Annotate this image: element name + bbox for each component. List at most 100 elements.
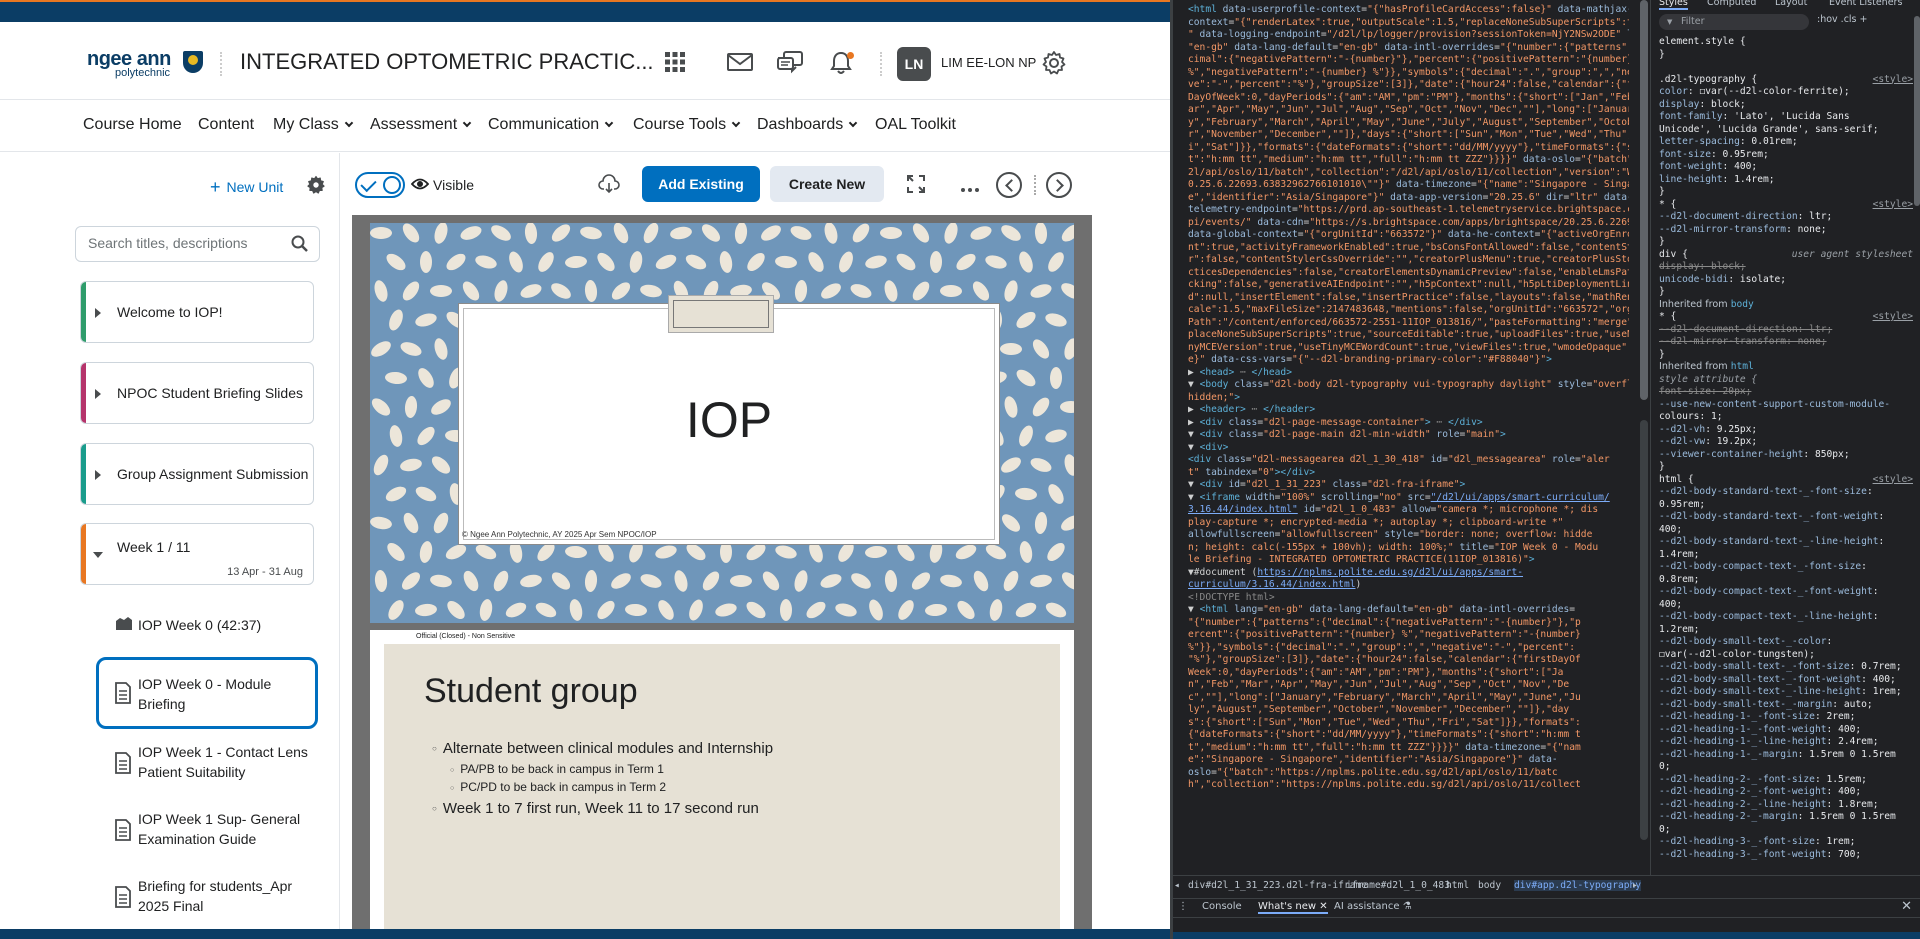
style-rule-line[interactable]: Inherited from body — [1659, 299, 1917, 312]
previous-topic-button[interactable] — [996, 172, 1022, 198]
dom-tree-line[interactable]: 2l/api/oslo/11/batch","collection":"/d2l… — [1188, 167, 1629, 180]
avatar[interactable]: LN — [897, 47, 931, 81]
create-new-button[interactable]: Create New — [770, 166, 884, 202]
style-rule-line[interactable]: --d2l-body-small-text-_-font-size: 0.7re… — [1659, 661, 1917, 674]
style-rule-line[interactable]: 0; — [1659, 761, 1917, 774]
dom-tree-line[interactable]: cimal":{"negativePattern":"-{number}"},"… — [1188, 54, 1629, 67]
collapse-triangle-icon[interactable] — [93, 552, 103, 558]
apps-grid-icon[interactable] — [661, 50, 689, 78]
breadcrumb-item-active[interactable]: div#app.d2l-typography — [1514, 880, 1642, 891]
dom-tree-line[interactable]: context="{"renderLatex":true,"outputScal… — [1188, 17, 1629, 30]
dom-tree-line[interactable]: ▼#document (https://nplms.polite.edu.sg/… — [1188, 567, 1523, 580]
dom-tree-line[interactable]: placeNoneSubSuperScripts":true,"sourceEd… — [1188, 329, 1629, 342]
chat-icon[interactable] — [776, 50, 804, 78]
dom-tree-line[interactable]: e}" data-css-vars="{"--d2l-branding-prim… — [1188, 354, 1552, 367]
dom-tree-line[interactable]: ar","Apr","May","Jun","Jul","Aug","Sep",… — [1188, 104, 1629, 117]
devtools-divider[interactable] — [1170, 0, 1173, 939]
dom-tree-line[interactable]: allowfullscreen="allowfullscreen" style=… — [1188, 529, 1592, 542]
dom-tree-line[interactable]: ly","August","September","October","Nove… — [1188, 704, 1569, 717]
dom-tree-line[interactable]: ve":"-","percent":"%"},"groupSize":[3]},… — [1188, 79, 1629, 92]
expand-triangle-icon[interactable] — [95, 389, 101, 399]
nav-item-course-tools[interactable]: Course Tools — [633, 116, 741, 134]
expand-triangle-icon[interactable] — [95, 308, 101, 318]
styles-filter-input[interactable]: Filter — [1659, 14, 1809, 30]
topic-item-briefing-for-students[interactable]: Briefing for students_Apr 2025 Final — [96, 876, 318, 920]
dom-tree-line[interactable]: n; height: calc(-155px + 100vh); width: … — [1188, 542, 1598, 555]
style-rule-line[interactable]: --d2l-mirror-transform: none; — [1659, 336, 1917, 349]
breadcrumb-item[interactable]: div#d2l_1_31_223.d2l-fra-iframe — [1188, 880, 1367, 891]
more-options-icon[interactable] — [960, 180, 982, 202]
style-rule-line[interactable]: --d2l-heading-1-_-font-size: 2rem; — [1659, 711, 1917, 724]
style-rule-line[interactable]: } — [1659, 349, 1917, 362]
style-rule-line[interactable]: font-family: 'Lato', 'Lucida Sans — [1659, 111, 1917, 124]
dom-tree-line[interactable]: t":"h:mm tt","medium":"h:mm tt","full":"… — [1188, 154, 1629, 167]
style-rule-line[interactable]: --d2l-heading-1-_-font-weight: 400; — [1659, 724, 1917, 737]
style-rule-line[interactable]: display: block; — [1659, 99, 1917, 112]
style-rule-line[interactable]: html {<style> — [1659, 474, 1917, 487]
drawer-menu-icon[interactable]: ⋮ — [1178, 901, 1188, 912]
dom-tree-line[interactable]: ▼ <html lang="en-gb" data-lang-default="… — [1188, 604, 1575, 617]
style-rule-line[interactable]: --d2l-body-small-text-_-color: — [1659, 636, 1917, 649]
style-rule-line[interactable]: --use-new-content-support-custom-module- — [1659, 399, 1917, 412]
nav-item-dashboards[interactable]: Dashboards — [757, 116, 858, 134]
dom-tree-line[interactable]: r":false,"contentStylerCssOverride":"","… — [1188, 254, 1629, 267]
dom-tree-line[interactable]: ▼ <div> — [1188, 442, 1228, 455]
dom-tree-line[interactable]: nyMCEVersion":true,"useTinyMCEWordCount"… — [1188, 342, 1629, 355]
style-rule-line[interactable]: font-weight: 400; — [1659, 161, 1917, 174]
breadcrumb-item[interactable]: iframe#d2l_1_0_483 — [1346, 880, 1450, 891]
dom-tree-line[interactable]: t" tabindex="0"></div> — [1188, 467, 1315, 480]
style-rule-line[interactable]: --d2l-heading-2-_-margin: 1.5rem 0 1.5re… — [1659, 811, 1917, 824]
style-rule-line[interactable]: --d2l-heading-2-_-font-size: 1.5rem; — [1659, 774, 1917, 787]
dom-tree-line[interactable]: "%"},"groupSize":[3]},"date":{"hour24":f… — [1188, 654, 1581, 667]
style-rule-line[interactable]: } — [1659, 461, 1917, 474]
dom-tree-line[interactable]: data-global-context="{"orgUnitId":"66357… — [1188, 229, 1629, 242]
dom-tree-line[interactable]: i","Sat"]}},"formats":{"dateFormats":{"s… — [1188, 142, 1629, 155]
gear-icon[interactable] — [1040, 50, 1068, 78]
dom-tree-line[interactable]: ▶ <div class="d2l-page-message-container… — [1188, 417, 1483, 430]
style-rule-line[interactable]: --viewer-container-height: 850px; — [1659, 449, 1917, 462]
nav-item-course-home[interactable]: Course Home — [83, 116, 182, 134]
style-rule-line[interactable]: --d2l-heading-1-_-margin: 1.5rem 0 1.5re… — [1659, 749, 1917, 762]
drawer-tab-whats-new[interactable]: What's new ✕ — [1258, 901, 1328, 914]
dom-tree-line[interactable]: d":null,"insertElement":false,"insertPra… — [1188, 292, 1629, 305]
tab-computed[interactable]: Computed — [1707, 0, 1756, 8]
mail-icon[interactable] — [726, 50, 754, 78]
sidebar-settings-gear-icon[interactable] — [306, 175, 326, 195]
style-rule-line[interactable]: style attribute { — [1659, 374, 1917, 387]
dom-tree-line[interactable]: pi/events/" data-cdn="https://s.brightsp… — [1188, 217, 1629, 230]
dom-tree-line[interactable]: le Briefing - INTEGRATED OPTOMETRIC PRAC… — [1188, 554, 1535, 567]
nav-item-assessment[interactable]: Assessment — [370, 116, 472, 134]
dom-tree-line[interactable]: telemetry-endpoint="https://prd.ap-south… — [1188, 204, 1629, 217]
style-rule-line[interactable]: } — [1659, 286, 1917, 299]
dom-tree-line[interactable]: ▶ <head> ⋯ </head> — [1188, 367, 1292, 380]
dom-tree-line[interactable]: oslo="{"batch":"https://nplms.polite.edu… — [1188, 767, 1558, 780]
dom-tree-line[interactable]: s":{"short":["Sun","Mon","Tue","Wed","Th… — [1188, 717, 1581, 730]
download-cloud-icon[interactable] — [598, 174, 620, 194]
nav-item-content[interactable]: Content — [198, 116, 254, 134]
style-rule-line[interactable]: --d2l-heading-3-_-font-weight: 700; — [1659, 849, 1917, 862]
nav-item-oal-toolkit[interactable]: OAL Toolkit — [875, 116, 956, 134]
style-rule-line[interactable]: 400; — [1659, 599, 1917, 612]
dom-tree-line[interactable]: ▼ <div class="d2l-page-main d2l-min-widt… — [1188, 429, 1506, 442]
topic-item-iop-week-1-general-exam[interactable]: IOP Week 1 Sup- General Examination Guid… — [96, 809, 318, 853]
dom-tree-line[interactable]: nt":true,"activityFrameworkEnabled":true… — [1188, 242, 1629, 255]
style-rule-line[interactable]: --d2l-body-small-text-_-line-height: 1re… — [1659, 686, 1917, 699]
dom-tree-line[interactable]: <html data-userprofile-context="{"hasPro… — [1188, 4, 1629, 17]
dom-tree-line[interactable]: Path":"/content/enforced/663572-2551-11I… — [1188, 317, 1629, 330]
style-rule-line[interactable]: --d2l-document-direction: ltr; — [1659, 324, 1917, 337]
style-rule-line[interactable]: --d2l-body-standard-text-_-font-size: — [1659, 486, 1917, 499]
style-rule-line[interactable]: ◻var(--d2l-color-tungsten); — [1659, 649, 1917, 662]
dom-tree-line[interactable]: cking":false,"generativeAIEndpoint":"","… — [1188, 279, 1629, 292]
dom-tree-line[interactable]: hidden;"> — [1188, 392, 1240, 405]
topic-item-iop-week-0-video[interactable]: IOP Week 0 (42:37) — [96, 615, 318, 641]
style-rule-line[interactable]: --d2l-body-standard-text-_-font-weight: — [1659, 511, 1917, 524]
topic-item-iop-week-1-contact-lens[interactable]: IOP Week 1 - Contact Lens Patient Suitab… — [96, 742, 318, 786]
breadcrumb-item[interactable]: html — [1446, 880, 1469, 891]
dom-tree-line[interactable]: h","collection":"https://nplms.polite.ed… — [1188, 779, 1581, 792]
style-rule-line[interactable]: --d2l-mirror-transform: none; — [1659, 224, 1917, 237]
dom-tree-line[interactable]: 0.25.6.22693.63832962766101010\""}" data… — [1188, 179, 1629, 192]
dom-tree-line[interactable]: ▼ <iframe width="100%" scrolling="no" sr… — [1188, 492, 1610, 505]
institution-logo[interactable]: ngee ann polytechnic — [87, 48, 203, 79]
add-existing-button[interactable]: Add Existing — [642, 166, 760, 202]
dom-tree-line[interactable]: t","medium":"h:mm tt","full":"h:mm tt ZZ… — [1188, 742, 1581, 755]
